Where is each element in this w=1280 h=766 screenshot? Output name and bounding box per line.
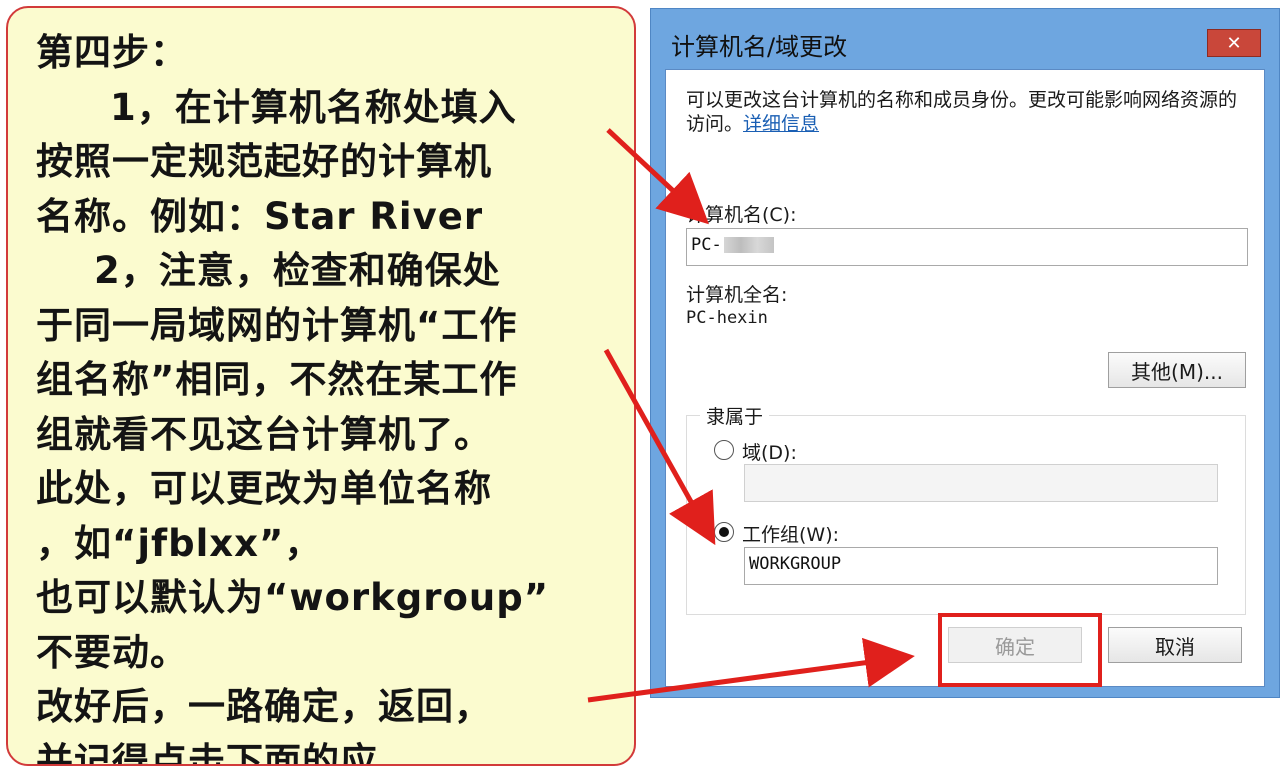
details-link[interactable]: 详细信息 bbox=[743, 113, 819, 135]
workgroup-label: 工作组(W): bbox=[742, 520, 839, 547]
other-button[interactable]: 其他(M)... bbox=[1108, 352, 1246, 388]
workgroup-radio[interactable] bbox=[714, 522, 734, 542]
dialog-content: 可以更改这台计算机的名称和成员身份。更改可能影响网络资源的访问。详细信息 计算机… bbox=[665, 69, 1265, 687]
computer-name-input[interactable]: PC- bbox=[686, 228, 1248, 266]
dialog-description: 可以更改这台计算机的名称和成员身份。更改可能影响网络资源的访问。详细信息 bbox=[686, 88, 1246, 136]
member-of-label: 隶属于 bbox=[700, 402, 769, 429]
redacted-blur bbox=[724, 237, 774, 253]
full-name-label: 计算机全名: bbox=[686, 280, 787, 307]
note-line: 组就看不见这台计算机了。 bbox=[36, 408, 614, 463]
full-name-value: PC-hexin bbox=[686, 308, 768, 328]
close-icon: ✕ bbox=[1226, 33, 1241, 54]
note-line: 组名称”相同，不然在某工作 bbox=[36, 353, 614, 408]
domain-input[interactable] bbox=[744, 464, 1218, 502]
close-button[interactable]: ✕ bbox=[1207, 29, 1261, 57]
workgroup-input[interactable]: WORKGROUP bbox=[744, 547, 1218, 585]
instruction-note-panel: 第四步： 1，在计算机名称处填入 按照一定规范起好的计算机 名称。例如：Star… bbox=[6, 6, 636, 766]
note-line: 1，在计算机名称处填入 bbox=[36, 81, 614, 136]
dialog-title: 计算机名/域更改 bbox=[671, 27, 847, 62]
computer-name-value: PC- bbox=[691, 235, 722, 255]
dialog-titlebar[interactable]: 计算机名/域更改 ✕ bbox=[651, 9, 1279, 69]
note-line: 于同一局域网的计算机“工作 bbox=[36, 299, 614, 354]
cancel-button[interactable]: 取消 bbox=[1108, 627, 1242, 663]
note-line: 2，注意，检查和确保处 bbox=[36, 244, 614, 299]
computer-name-label: 计算机名(C): bbox=[686, 200, 797, 227]
note-line: 第四步： bbox=[36, 26, 614, 81]
note-line: 改好后，一路确定，返回， bbox=[36, 680, 614, 735]
note-line: 并记得点击下面的应... bbox=[36, 735, 614, 766]
ok-highlight-box bbox=[938, 613, 1102, 687]
note-line: 不要动。 bbox=[36, 626, 614, 681]
note-line: 按照一定规范起好的计算机 bbox=[36, 135, 614, 190]
note-line: 此处，可以更改为单位名称 bbox=[36, 462, 614, 517]
domain-radio[interactable] bbox=[714, 440, 734, 460]
note-line: 名称。例如：Star River bbox=[36, 190, 614, 245]
note-line: ，如“jfblxx”， bbox=[36, 517, 614, 572]
computer-name-dialog: 计算机名/域更改 ✕ 可以更改这台计算机的名称和成员身份。更改可能影响网络资源的… bbox=[650, 8, 1280, 698]
note-line: 也可以默认为“workgroup” bbox=[36, 571, 614, 626]
domain-label: 域(D): bbox=[742, 438, 797, 465]
